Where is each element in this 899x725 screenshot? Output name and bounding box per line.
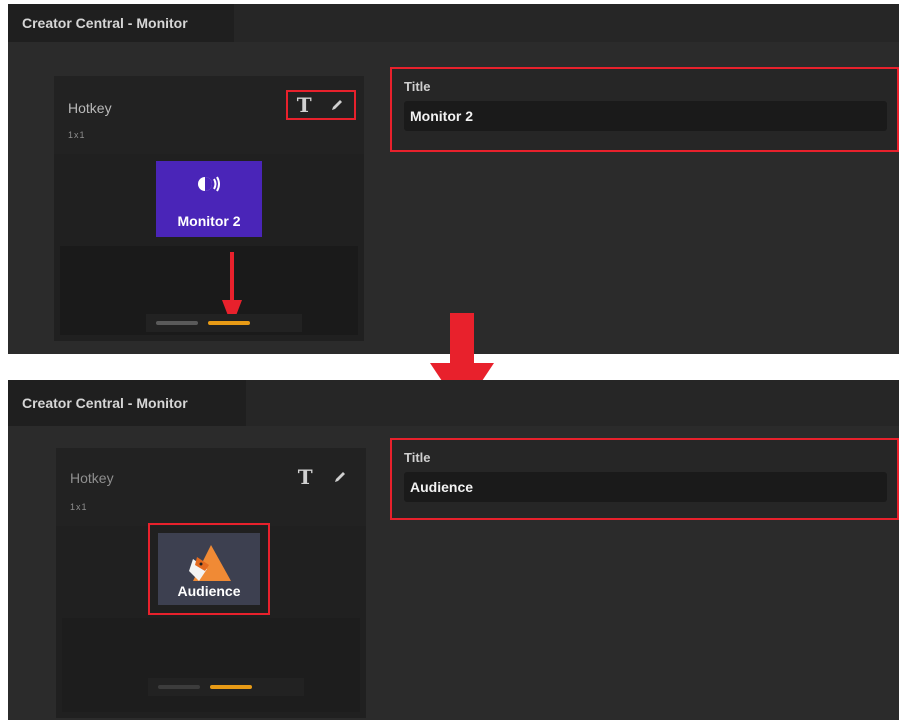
- before-panel: Creator Central - Monitor Hotkey 1x1 T M…: [8, 4, 899, 354]
- pencil-icon[interactable]: [332, 469, 348, 485]
- fox-avatar-icon: [158, 543, 260, 583]
- title-input[interactable]: [404, 472, 887, 502]
- pencil-icon[interactable]: [329, 97, 345, 113]
- hotkey-highlight: Audience: [148, 523, 270, 615]
- text-icon[interactable]: T: [298, 467, 313, 487]
- tab-bar: [246, 380, 899, 426]
- page-indicator: [146, 314, 302, 332]
- page-dot-1[interactable]: [158, 685, 200, 689]
- card-preview-area: [62, 618, 360, 712]
- card-toolbar: T: [288, 462, 358, 492]
- card-type-label: Hotkey: [70, 470, 114, 486]
- tab-bar: [234, 4, 899, 42]
- page-dot-2[interactable]: [208, 321, 250, 325]
- card-size-label: 1x1: [70, 502, 88, 512]
- title-field-label: Title: [404, 450, 431, 465]
- page-indicator: [148, 678, 304, 696]
- page-dot-2[interactable]: [210, 685, 252, 689]
- hotkey-card: Hotkey 1x1 T Monitor 2: [54, 76, 364, 341]
- speaker-monitor-icon: [156, 171, 262, 197]
- hotkey-card: Hotkey 1x1 T Audience: [56, 448, 366, 718]
- card-size-label: 1x1: [68, 130, 86, 140]
- title-field-label: Title: [404, 79, 431, 94]
- hotkey-label: Monitor 2: [177, 213, 241, 229]
- page-dot-1[interactable]: [156, 321, 198, 325]
- text-icon[interactable]: T: [297, 95, 312, 115]
- hotkey-label: Audience: [177, 583, 241, 599]
- hotkey-button[interactable]: Monitor 2: [156, 161, 262, 237]
- title-setting: Title: [390, 67, 899, 152]
- card-toolbar: T: [286, 90, 356, 120]
- title-setting: Title: [390, 438, 899, 520]
- card-type-label: Hotkey: [68, 100, 112, 116]
- hotkey-button[interactable]: Audience: [158, 533, 260, 605]
- window-tab-title[interactable]: Creator Central - Monitor: [8, 4, 234, 42]
- card-header: Hotkey 1x1 T: [54, 76, 364, 154]
- title-input[interactable]: [404, 101, 887, 131]
- card-header: Hotkey 1x1 T: [56, 448, 366, 526]
- after-panel: Creator Central - Monitor Hotkey 1x1 T A…: [8, 380, 899, 720]
- window-tab-title[interactable]: Creator Central - Monitor: [8, 380, 246, 426]
